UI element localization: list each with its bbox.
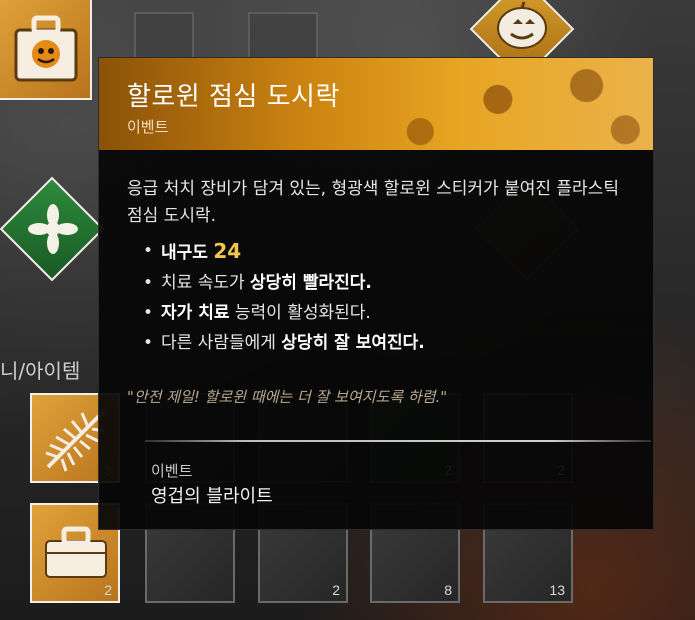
- lunchbox-icon: [14, 15, 78, 82]
- item-count: 13: [549, 582, 565, 598]
- section-label: 니/아이템: [0, 359, 81, 383]
- addon-name: 영겁의 블라이트: [151, 486, 273, 507]
- item-count: 2: [104, 582, 112, 598]
- effect-heal-speed: 치료 속도가 상당히 빨라진다.: [143, 268, 425, 298]
- item-type: 이벤트: [127, 118, 169, 136]
- item-effects-list: 내구도 24 치료 속도가 상당히 빨라진다. 자가 치료 능력이 활성화된다.…: [143, 236, 425, 358]
- item-count: 2: [332, 582, 340, 598]
- flower-icon: [28, 204, 78, 254]
- pumpkin-icon: [497, 1, 547, 49]
- equipped-item-slot[interactable]: [0, 0, 92, 100]
- effect-visibility: 다른 사람들에게 상당히 잘 보여진다.: [143, 328, 425, 358]
- effect-self-heal: 자가 치료 능력이 활성화된다.: [143, 298, 425, 328]
- addon-slot-empty[interactable]: [248, 12, 318, 62]
- item-title: 할로윈 점심 도시락: [127, 82, 340, 112]
- effect-durability: 내구도 24: [143, 236, 425, 268]
- item-tooltip: 할로윈 점심 도시락 이벤트 응급 처치 장비가 담겨 있는, 형광색 할로윈 …: [98, 57, 654, 530]
- divider: [145, 440, 651, 442]
- tooltip-header: 할로윈 점심 도시락 이벤트: [99, 58, 653, 150]
- addon-type: 이벤트: [151, 462, 193, 480]
- item-description: 응급 처치 장비가 담겨 있는, 형광색 할로윈 스티커가 붙여진 플라스틱 점…: [127, 179, 619, 226]
- item-count: 8: [444, 582, 452, 598]
- flavor-quote: "안전 제일! 할로윈 때에는 더 잘 보여지도록 하렴.": [127, 388, 448, 406]
- addon-slot-empty[interactable]: [134, 12, 194, 62]
